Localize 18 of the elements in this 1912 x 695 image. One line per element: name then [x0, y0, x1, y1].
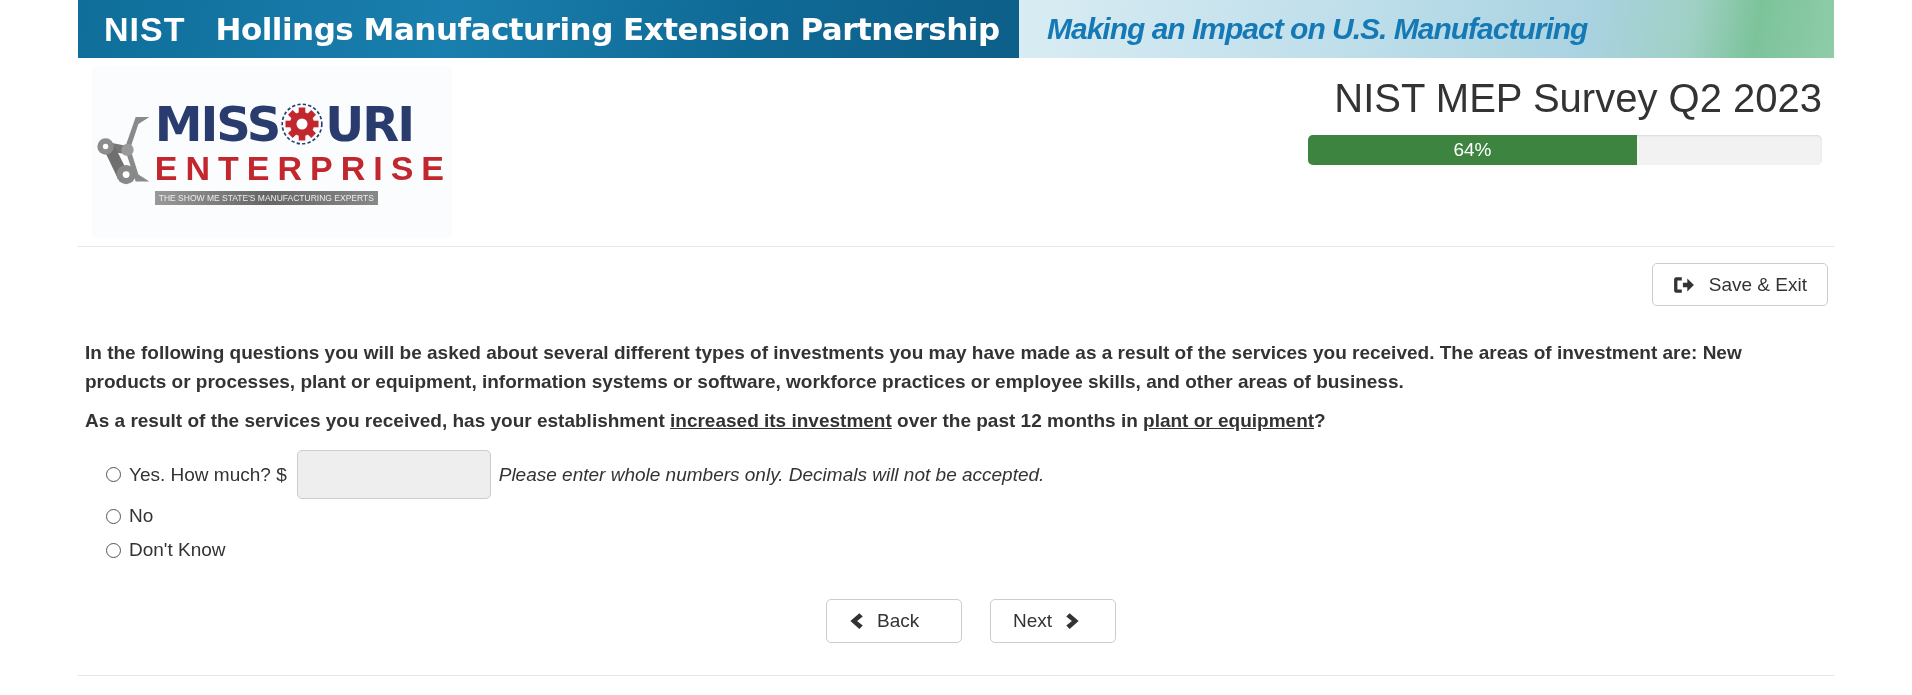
intro-text: In the following questions you will be asked about several different types of investments you may have made as a result of the services you received. The areas of investment are: New products or processes, plant or equipment, information systems or software, workforce practices or employee skills, and other areas of business. — [85, 341, 1743, 394]
question-text: As a result of the services you received, has your establishment increased its investment over the past 12 months in plant or equipment? — [85, 410, 1327, 432]
banner-logo: NIST — [104, 9, 186, 49]
option-label: Yes. How much? $ — [129, 463, 287, 486]
next-button[interactable]: Next — [990, 599, 1116, 643]
logo-motto: THE SHOW ME STATE'S MANUFACTURING EXPERTS — [154, 190, 378, 205]
option-label: No — [129, 505, 154, 527]
back-button[interactable]: Back — [826, 599, 962, 643]
logo-wordmark: URI — [325, 99, 414, 148]
logo-wordmark: ENTERPRISE — [154, 147, 452, 188]
field-hint: Please enter whole numbers only. Decimals will not be accepted. — [498, 463, 1045, 486]
banner-tagline: Making an Impact on U.S. Manufacturing — [1047, 12, 1588, 46]
progress-label: 64% — [1453, 139, 1492, 161]
logo-wordmark: MISS — [154, 99, 280, 148]
survey-title: NIST MEP Survey Q2 2023 — [1334, 76, 1822, 121]
banner-title: Hollings Manufacturing Extension Partnership — [215, 11, 1000, 47]
save-exit-button[interactable]: Save & Exit — [1651, 263, 1828, 306]
option-label: Don't Know — [129, 539, 226, 561]
